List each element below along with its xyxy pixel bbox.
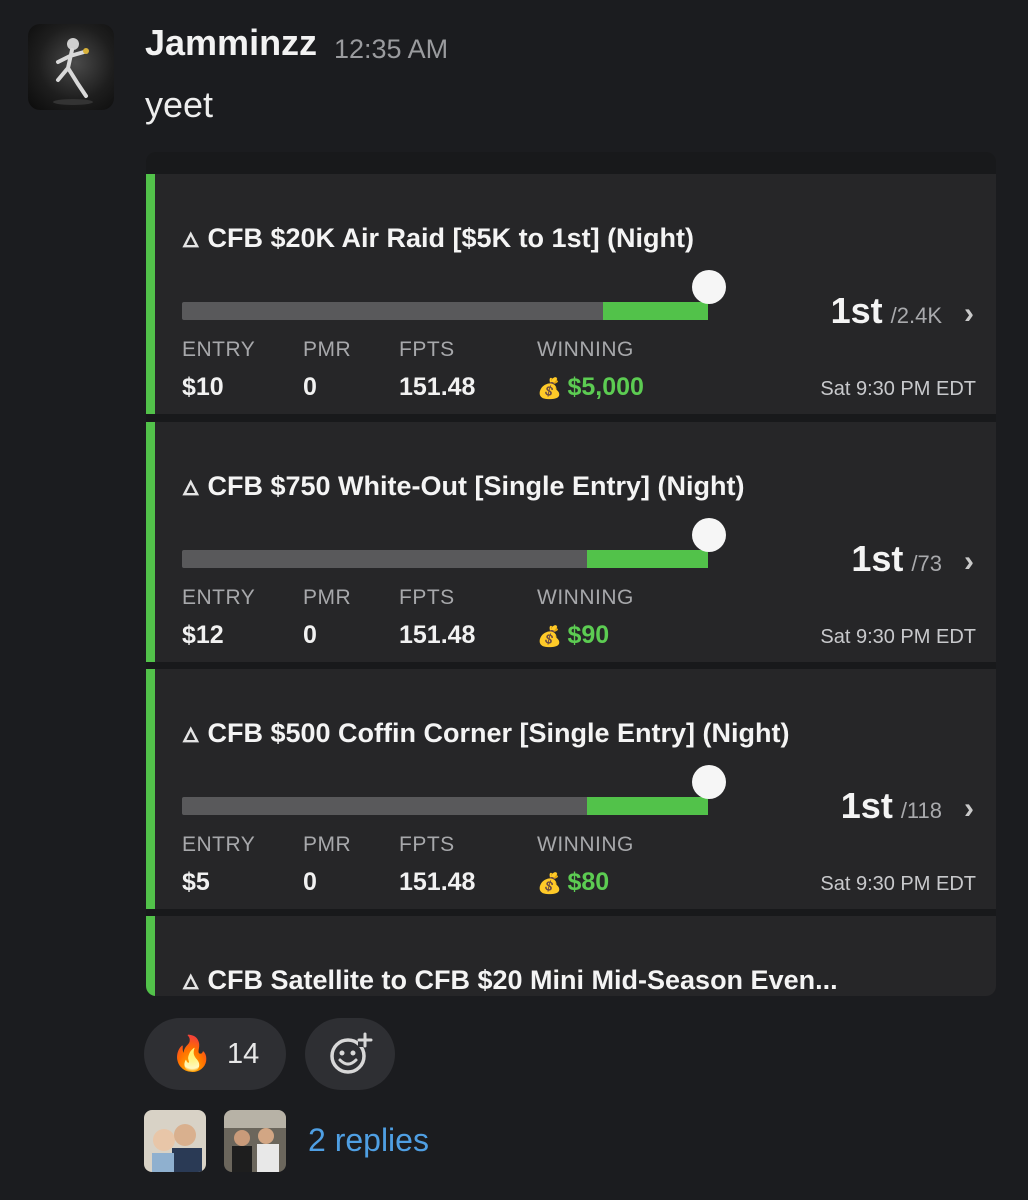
dancer-avatar-icon xyxy=(53,38,93,105)
contest-date: Sat 9:30 PM EDT xyxy=(820,378,976,400)
entry-label: ENTRY xyxy=(182,833,256,856)
contest-title: 🜂 CFB $500 Coffin Corner [Single Entry] (… xyxy=(182,713,790,754)
money-bag-icon: 💰 xyxy=(537,626,568,648)
fpts-label: FPTS xyxy=(399,586,455,609)
message-text: yeet xyxy=(145,84,214,125)
entry-value: $5 xyxy=(182,868,210,896)
winning-amount: $80 xyxy=(567,868,610,896)
rank-link[interactable]: 1st/2.4K › xyxy=(831,290,974,332)
fpts-label: FPTS xyxy=(399,833,455,856)
progress-track xyxy=(182,765,726,815)
pmr-value: 0 xyxy=(303,373,317,401)
fire-emoji-icon: 🔥 xyxy=(170,1035,214,1073)
flame-icon: 🜂 xyxy=(182,228,200,252)
card-accent-bar xyxy=(146,669,155,909)
chevron-right-icon: › xyxy=(964,792,974,825)
winning-amount: $90 xyxy=(567,621,610,649)
progress-fill xyxy=(587,550,708,568)
rank-position: 1st xyxy=(830,290,883,331)
author-avatar[interactable] xyxy=(28,24,114,110)
flame-icon: 🜂 xyxy=(182,476,200,500)
rank-link[interactable]: 1st/118 › xyxy=(841,785,974,827)
contest-card[interactable]: 🜂 CFB $20K Air Raid [$5K to 1st] (Night) 1… xyxy=(146,174,996,414)
entry-label: ENTRY xyxy=(182,338,256,361)
entry-label: ENTRY xyxy=(182,586,256,609)
progress-track xyxy=(182,270,726,320)
winning-label: WINNING xyxy=(537,586,634,609)
pmr-label: PMR xyxy=(303,338,352,361)
entry-value: $10 xyxy=(182,373,224,401)
winning-value: 💰 $90 xyxy=(537,621,609,650)
add-reaction-button[interactable] xyxy=(305,1018,395,1090)
flame-icon: 🜂 xyxy=(182,723,200,747)
winning-label: WINNING xyxy=(537,338,634,361)
thread-replies-link[interactable]: 2 replies xyxy=(308,1122,429,1159)
contest-card[interactable]: 🜂 CFB $500 Coffin Corner [Single Entry] (… xyxy=(146,669,996,909)
fpts-value: 151.48 xyxy=(399,621,476,649)
rank-total: /2.4K xyxy=(890,303,942,328)
pmr-value: 0 xyxy=(303,621,317,649)
contest-card[interactable]: 🜂 CFB $750 White-Out [Single Entry] (Nigh… xyxy=(146,422,996,662)
card-accent-bar xyxy=(146,422,155,662)
contest-screenshot[interactable]: 🜂 CFB $20K Air Raid [$5K to 1st] (Night) 1… xyxy=(146,152,996,996)
contest-title: 🜂 CFB $750 White-Out [Single Entry] (Nigh… xyxy=(182,466,744,507)
progress-fill xyxy=(602,302,708,320)
reaction-count: 14 xyxy=(227,1037,260,1070)
card-accent-bar xyxy=(146,916,155,996)
flame-icon: 🜂 xyxy=(182,970,200,994)
winning-amount: $5,000 xyxy=(567,373,644,401)
reply-avatar[interactable] xyxy=(144,1110,206,1172)
money-bag-icon: 💰 xyxy=(537,378,568,400)
contest-date: Sat 9:30 PM EDT xyxy=(820,873,976,895)
reply-avatar[interactable] xyxy=(224,1110,286,1172)
add-emoji-icon xyxy=(330,1032,373,1074)
winning-value: 💰 $5,000 xyxy=(537,373,644,402)
fire-reaction-button[interactable]: 🔥 14 xyxy=(144,1018,286,1090)
chevron-right-icon: › xyxy=(964,545,974,578)
pmr-value: 0 xyxy=(303,868,317,896)
contest-title: 🜂 CFB Satellite to CFB $20 Mini Mid-Seaso… xyxy=(182,960,838,996)
contest-title-text: CFB $500 Coffin Corner [Single Entry] (N… xyxy=(207,718,790,748)
author-name[interactable]: Jamminzz xyxy=(145,22,317,64)
rank-position: 1st xyxy=(840,785,893,826)
contest-date: Sat 9:30 PM EDT xyxy=(820,626,976,648)
chevron-right-icon: › xyxy=(964,297,974,330)
rank-total: /73 xyxy=(911,551,942,576)
contest-title: 🜂 CFB $20K Air Raid [$5K to 1st] (Night) xyxy=(182,218,694,259)
rank-total: /118 xyxy=(900,798,942,823)
progress-track xyxy=(182,518,726,568)
message-timestamp[interactable]: 12:35 AM xyxy=(334,34,448,65)
fpts-label: FPTS xyxy=(399,338,455,361)
rank-link[interactable]: 1st/73 › xyxy=(851,538,974,580)
rank-position: 1st xyxy=(851,538,904,579)
contest-title-text: CFB Satellite to CFB $20 Mini Mid-Season… xyxy=(207,965,838,995)
money-bag-icon: 💰 xyxy=(537,873,568,895)
pmr-label: PMR xyxy=(303,586,352,609)
progress-knob xyxy=(692,765,726,799)
winning-value: 💰 $80 xyxy=(537,868,609,897)
fpts-value: 151.48 xyxy=(399,373,476,401)
reply-avatar-1-icon xyxy=(144,1110,206,1172)
entry-value: $12 xyxy=(182,621,224,649)
fpts-value: 151.48 xyxy=(399,868,476,896)
reply-avatar-2-icon xyxy=(224,1110,286,1172)
pmr-label: PMR xyxy=(303,833,352,856)
contest-card[interactable]: 🜂 CFB Satellite to CFB $20 Mini Mid-Seaso… xyxy=(146,916,996,996)
progress-knob xyxy=(692,270,726,304)
card-accent-bar xyxy=(146,174,155,414)
contest-title-text: CFB $20K Air Raid [$5K to 1st] (Night) xyxy=(207,223,695,253)
progress-knob xyxy=(692,518,726,552)
contest-title-text: CFB $750 White-Out [Single Entry] (Night… xyxy=(207,471,745,501)
winning-label: WINNING xyxy=(537,833,634,856)
progress-fill xyxy=(587,797,708,815)
